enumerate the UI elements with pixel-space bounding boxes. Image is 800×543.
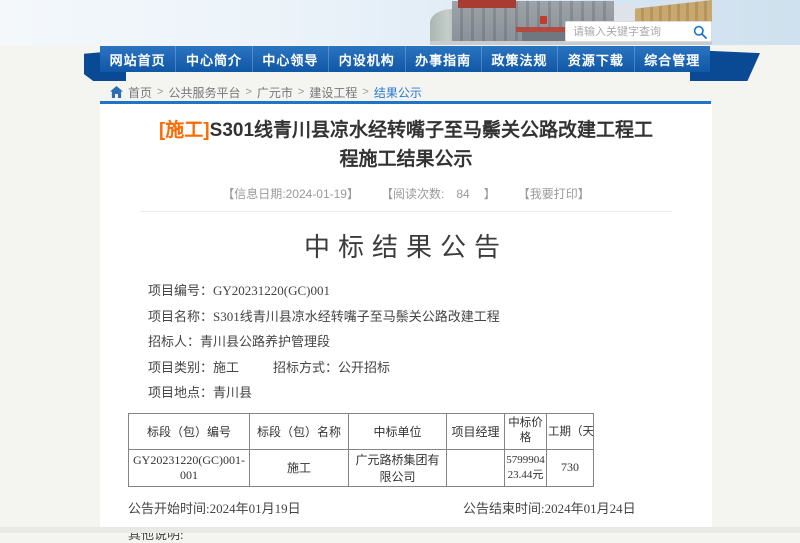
field-value: 青川县 — [213, 385, 252, 400]
view-count-label: 【阅读次数: — [381, 185, 444, 202]
field-label: 招标方式： — [273, 360, 338, 375]
field-label: 项目编号： — [148, 283, 213, 298]
print-button[interactable]: 【我要打印】 — [518, 185, 590, 202]
info-date: 【信息日期:2024-01-19】 — [222, 185, 359, 202]
main-nav: 网站首页 中心简介 中心领导 内设机构 办事指南 政策法规 资源下载 综合管理 — [100, 46, 710, 72]
cell-manager — [447, 449, 505, 486]
field-label: 项目名称： — [148, 309, 213, 324]
search-input[interactable] — [573, 26, 693, 38]
col-header-winner: 中标单位 — [349, 413, 447, 449]
article-panel: [施工]S301线青川县凉水经转嘴子至马鬃关公路改建工程工程施工结果公示 【信息… — [100, 104, 712, 527]
cell-section-name: 施工 — [250, 449, 349, 486]
cell-duration: 730 — [547, 449, 594, 486]
price-line-1: 5799904 — [506, 453, 545, 468]
breadcrumb-city[interactable]: 广元市 — [257, 84, 293, 101]
breadcrumb-platform[interactable]: 公共服务平台 — [168, 84, 240, 101]
table-header-row: 标段（包）编号 标段（包）名称 中标单位 项目经理 中标价格 工期（天） — [129, 413, 594, 449]
col-header-section-name: 标段（包）名称 — [250, 413, 349, 449]
nav-item-departments[interactable]: 内设机构 — [329, 46, 405, 72]
field-value: GY20231220(GC)001 — [213, 283, 330, 298]
page-title: [施工]S301线青川县凉水经转嘴子至马鬃关公路改建工程工程施工结果公示 — [155, 117, 657, 174]
col-header-section-code: 标段（包）编号 — [129, 413, 250, 449]
meta-bar: 【信息日期:2024-01-19】 【阅读次数: 84 】 【我要打印】 — [140, 185, 672, 212]
project-fields: 项目编号：GY20231220(GC)001 项目名称：S301线青川县凉水经转… — [148, 278, 712, 406]
field-tenderee: 招标人：青川县公路养护管理段 — [148, 329, 712, 355]
nav-item-admin[interactable]: 综合管理 — [635, 46, 710, 72]
nav-item-policies[interactable]: 政策法规 — [482, 46, 558, 72]
breadcrumb-separator: > — [157, 86, 163, 98]
breadcrumb-current[interactable]: 结果公示 — [374, 84, 422, 101]
view-count: 【阅读次数: 84 】 — [381, 185, 496, 202]
cell-section-code: GY20231220(GC)001-001 — [129, 449, 250, 486]
breadcrumb-home[interactable]: 首页 — [128, 84, 152, 101]
nav-item-home[interactable]: 网站首页 — [100, 46, 176, 72]
home-icon[interactable] — [110, 86, 123, 98]
title-text: S301线青川县凉水经转嘴子至马鬃关公路改建工程工程施工结果公示 — [210, 120, 653, 170]
nav-item-downloads[interactable]: 资源下载 — [558, 46, 634, 72]
nav-item-leaders[interactable]: 中心领导 — [253, 46, 329, 72]
breadcrumb-separator: > — [245, 86, 251, 98]
col-header-price: 中标价格 — [505, 413, 547, 449]
title-category-tag: [施工] — [159, 120, 210, 141]
view-count-number: 84 — [456, 187, 469, 201]
field-label: 项目类别： — [148, 360, 213, 375]
table-row: GY20231220(GC)001-001 施工 广元路桥集团有限公司 5799… — [129, 449, 594, 486]
building-national-emblem — [540, 16, 547, 24]
start-time: 公告开始时间:2024年01月19日 — [128, 501, 301, 516]
search-box[interactable] — [565, 21, 712, 42]
nav-item-about[interactable]: 中心简介 — [176, 46, 252, 72]
breadcrumb-separator: > — [362, 86, 368, 98]
breadcrumb-separator: > — [298, 86, 304, 98]
field-location: 项目地点：青川县 — [148, 380, 712, 406]
field-value: 青川县公路养护管理段 — [200, 334, 330, 349]
col-header-manager: 项目经理 — [447, 413, 505, 449]
end-time: 公告结束时间:2024年01月24日 — [463, 498, 636, 517]
field-project-code: 项目编号：GY20231220(GC)001 — [148, 278, 712, 304]
field-project-name: 项目名称：S301线青川县凉水经转嘴子至马鬃关公路改建工程 — [148, 304, 712, 330]
field-value: 公开招标 — [338, 360, 390, 375]
announcement-heading: 中标结果公告 — [100, 227, 712, 264]
top-banner — [0, 0, 800, 45]
field-value: S301线青川县凉水经转嘴子至马鬃关公路改建工程 — [213, 309, 500, 324]
price-line-2: 23.44元 — [506, 468, 545, 483]
col-header-duration: 工期（天） — [547, 413, 594, 449]
field-label: 招标人： — [148, 334, 200, 349]
building-roof-sign — [458, 0, 516, 8]
footer-strip — [0, 527, 800, 533]
view-count-close: 】 — [484, 185, 496, 202]
cell-winner: 广元路桥集团有限公司 — [349, 449, 447, 486]
bid-result-table: 标段（包）编号 标段（包）名称 中标单位 项目经理 中标价格 工期（天） GY2… — [128, 413, 594, 487]
field-label: 项目地点： — [148, 385, 213, 400]
breadcrumb-category[interactable]: 建设工程 — [309, 84, 357, 101]
field-category-and-method: 项目类别：施工 招标方式：公开招标 — [148, 355, 712, 381]
field-value: 施工 — [213, 360, 239, 375]
cell-price: 579990423.44元 — [505, 449, 547, 486]
breadcrumb: 首页 > 公共服务平台 > 广元市 > 建设工程 > 结果公示 — [110, 84, 422, 100]
announcement-times: 公告开始时间:2024年01月19日 公告结束时间:2024年01月24日 — [128, 498, 712, 515]
search-icon[interactable] — [693, 25, 707, 39]
nav-item-guide[interactable]: 办事指南 — [406, 46, 482, 72]
